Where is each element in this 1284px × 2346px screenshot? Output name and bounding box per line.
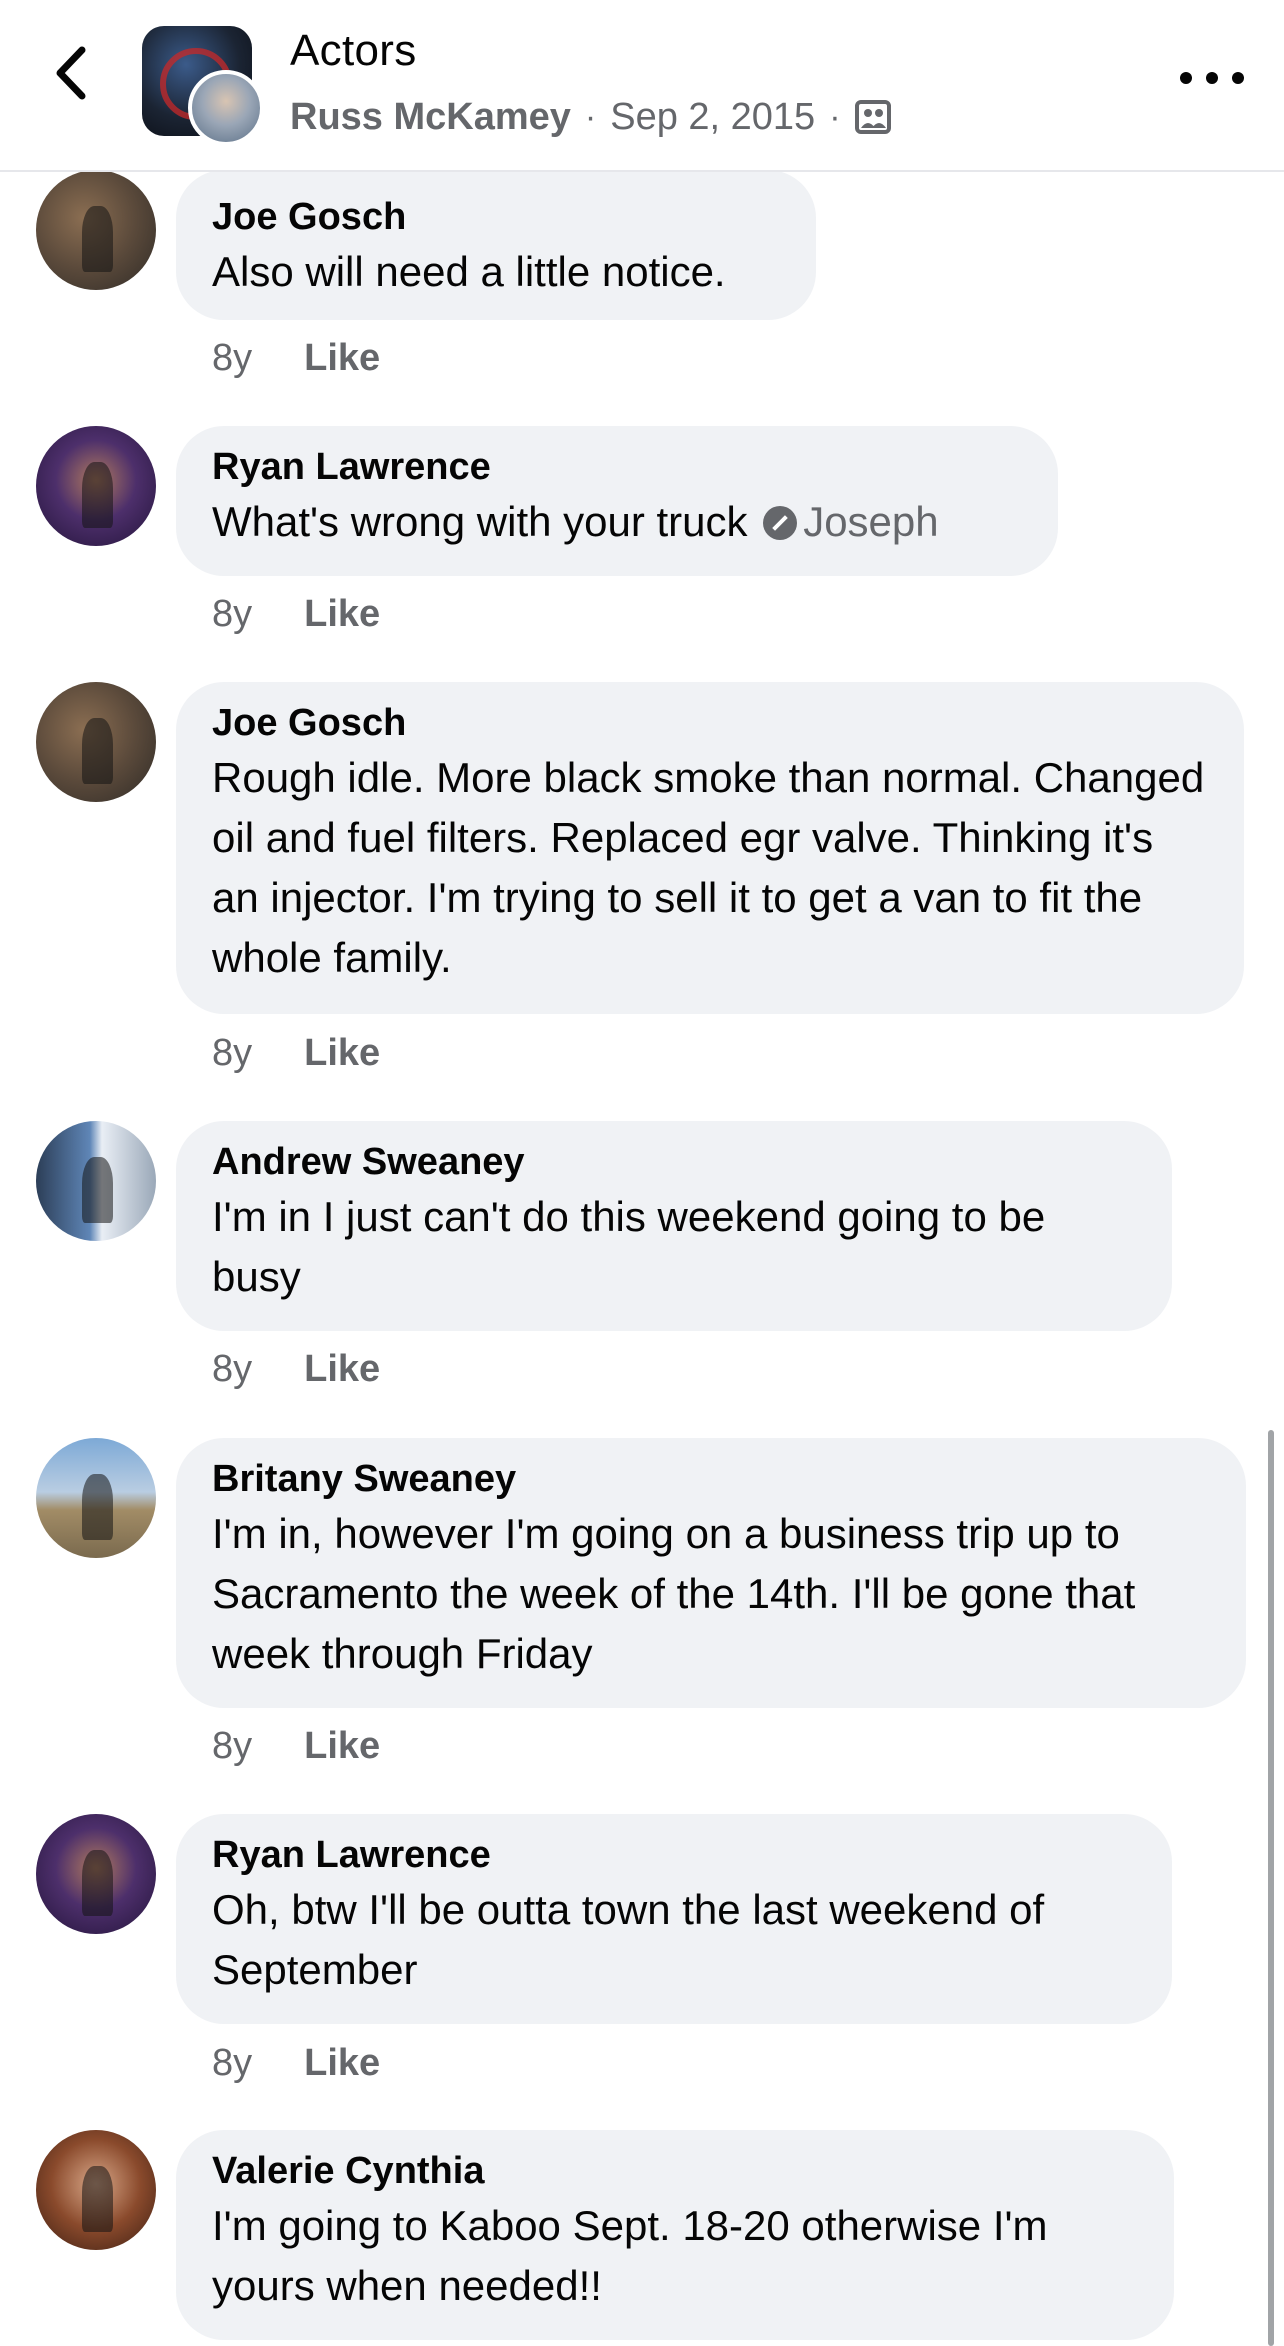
like-button[interactable]: Like: [304, 593, 380, 636]
mention-icon: [763, 506, 798, 540]
commenter-name[interactable]: Britany Sweaney: [212, 1454, 1210, 1504]
comment-text: Rough idle. More black smoke than normal…: [212, 754, 1216, 981]
comment-bubble[interactable]: Ryan Lawrence Oh, btw I'll be outta town…: [176, 1814, 1172, 2024]
comment-bubble[interactable]: Joe Gosch Rough idle. More black smoke t…: [176, 682, 1244, 1014]
commenter-name[interactable]: Joe Gosch: [212, 698, 1208, 748]
commenter-avatar[interactable]: [36, 682, 156, 802]
commenter-name[interactable]: Andrew Sweaney: [212, 1137, 1136, 1187]
comment-meta: 8y Like: [212, 333, 380, 383]
comment-bubble[interactable]: Andrew Sweaney I'm in I just can't do th…: [176, 1121, 1172, 1331]
chevron-left-icon: [56, 46, 86, 100]
comment-time[interactable]: 8y: [212, 1032, 252, 1075]
more-horizontal-icon: [1180, 72, 1192, 84]
comment-time[interactable]: 8y: [212, 337, 252, 380]
post-author[interactable]: Russ McKamey: [290, 96, 571, 139]
mention-tag[interactable]: Joseph: [759, 498, 939, 545]
commenter-avatar[interactable]: [36, 1438, 156, 1558]
commenter-name[interactable]: Ryan Lawrence: [212, 1830, 1136, 1880]
comment-meta: 8y Like: [212, 1028, 380, 1078]
mention-name[interactable]: Joseph: [803, 498, 938, 545]
comment-bubble[interactable]: Britany Sweaney I'm in, however I'm goin…: [176, 1438, 1246, 1708]
like-button[interactable]: Like: [304, 337, 380, 380]
scrollbar[interactable]: [1268, 1430, 1274, 2346]
back-button[interactable]: [44, 38, 98, 108]
more-options-button[interactable]: [1180, 58, 1244, 98]
comment-meta: 8y Like: [212, 1721, 380, 1771]
comment-text: I'm in I just can't do this weekend goin…: [212, 1193, 1057, 1300]
commenter-avatar[interactable]: [36, 1814, 156, 1934]
commenter-avatar[interactable]: [36, 426, 156, 546]
like-button[interactable]: Like: [304, 1348, 380, 1391]
commenter-avatar[interactable]: [36, 1121, 156, 1241]
comment-meta: 8y Like: [212, 589, 380, 639]
group-audience-icon: [854, 100, 891, 134]
separator-dot: ·: [829, 97, 841, 136]
post-meta: Russ McKamey · Sep 2, 2015 ·: [290, 92, 891, 142]
commenter-avatar[interactable]: [36, 2130, 156, 2250]
comment-meta: 8y Like: [212, 2038, 380, 2088]
separator-dot: ·: [584, 97, 597, 136]
comment-text: I'm going to Kaboo Sept. 18-20 otherwise…: [212, 2202, 1060, 2309]
comment-text: I'm in, however I'm going on a business …: [212, 1510, 1147, 1677]
commenter-name[interactable]: Joe Gosch: [212, 192, 780, 242]
comment-time[interactable]: 8y: [212, 1348, 252, 1391]
comment-text-body: What's wrong with your truck: [212, 498, 748, 545]
commenter-name[interactable]: Ryan Lawrence: [212, 442, 1022, 492]
comment-time[interactable]: 8y: [212, 593, 252, 636]
comment-bubble[interactable]: Joe Gosch Also will need a little notice…: [176, 170, 816, 320]
commenter-name[interactable]: Valerie Cynthia: [212, 2146, 1138, 2196]
comment-time[interactable]: 8y: [212, 2042, 252, 2085]
commenter-avatar[interactable]: [36, 170, 156, 290]
post-date[interactable]: Sep 2, 2015: [610, 96, 815, 139]
author-avatar[interactable]: [188, 70, 264, 146]
comment-text: Oh, btw I'll be outta town the last week…: [212, 1886, 1056, 1993]
like-button[interactable]: Like: [304, 1032, 380, 1075]
comment-bubble[interactable]: Ryan Lawrence What's wrong with your tru…: [176, 426, 1058, 576]
like-button[interactable]: Like: [304, 1725, 380, 1768]
comment-bubble[interactable]: Valerie Cynthia I'm going to Kaboo Sept.…: [176, 2130, 1174, 2340]
comment-text: What's wrong with your truck Joseph: [212, 492, 1022, 552]
comment-meta: 8y Like: [212, 1344, 380, 1394]
comment-time[interactable]: 8y: [212, 1725, 252, 1768]
group-name[interactable]: Actors: [290, 26, 417, 76]
post-header: Actors Russ McKamey · Sep 2, 2015 ·: [0, 0, 1284, 172]
like-button[interactable]: Like: [304, 2042, 380, 2085]
comment-text: Also will need a little notice.: [212, 248, 726, 295]
